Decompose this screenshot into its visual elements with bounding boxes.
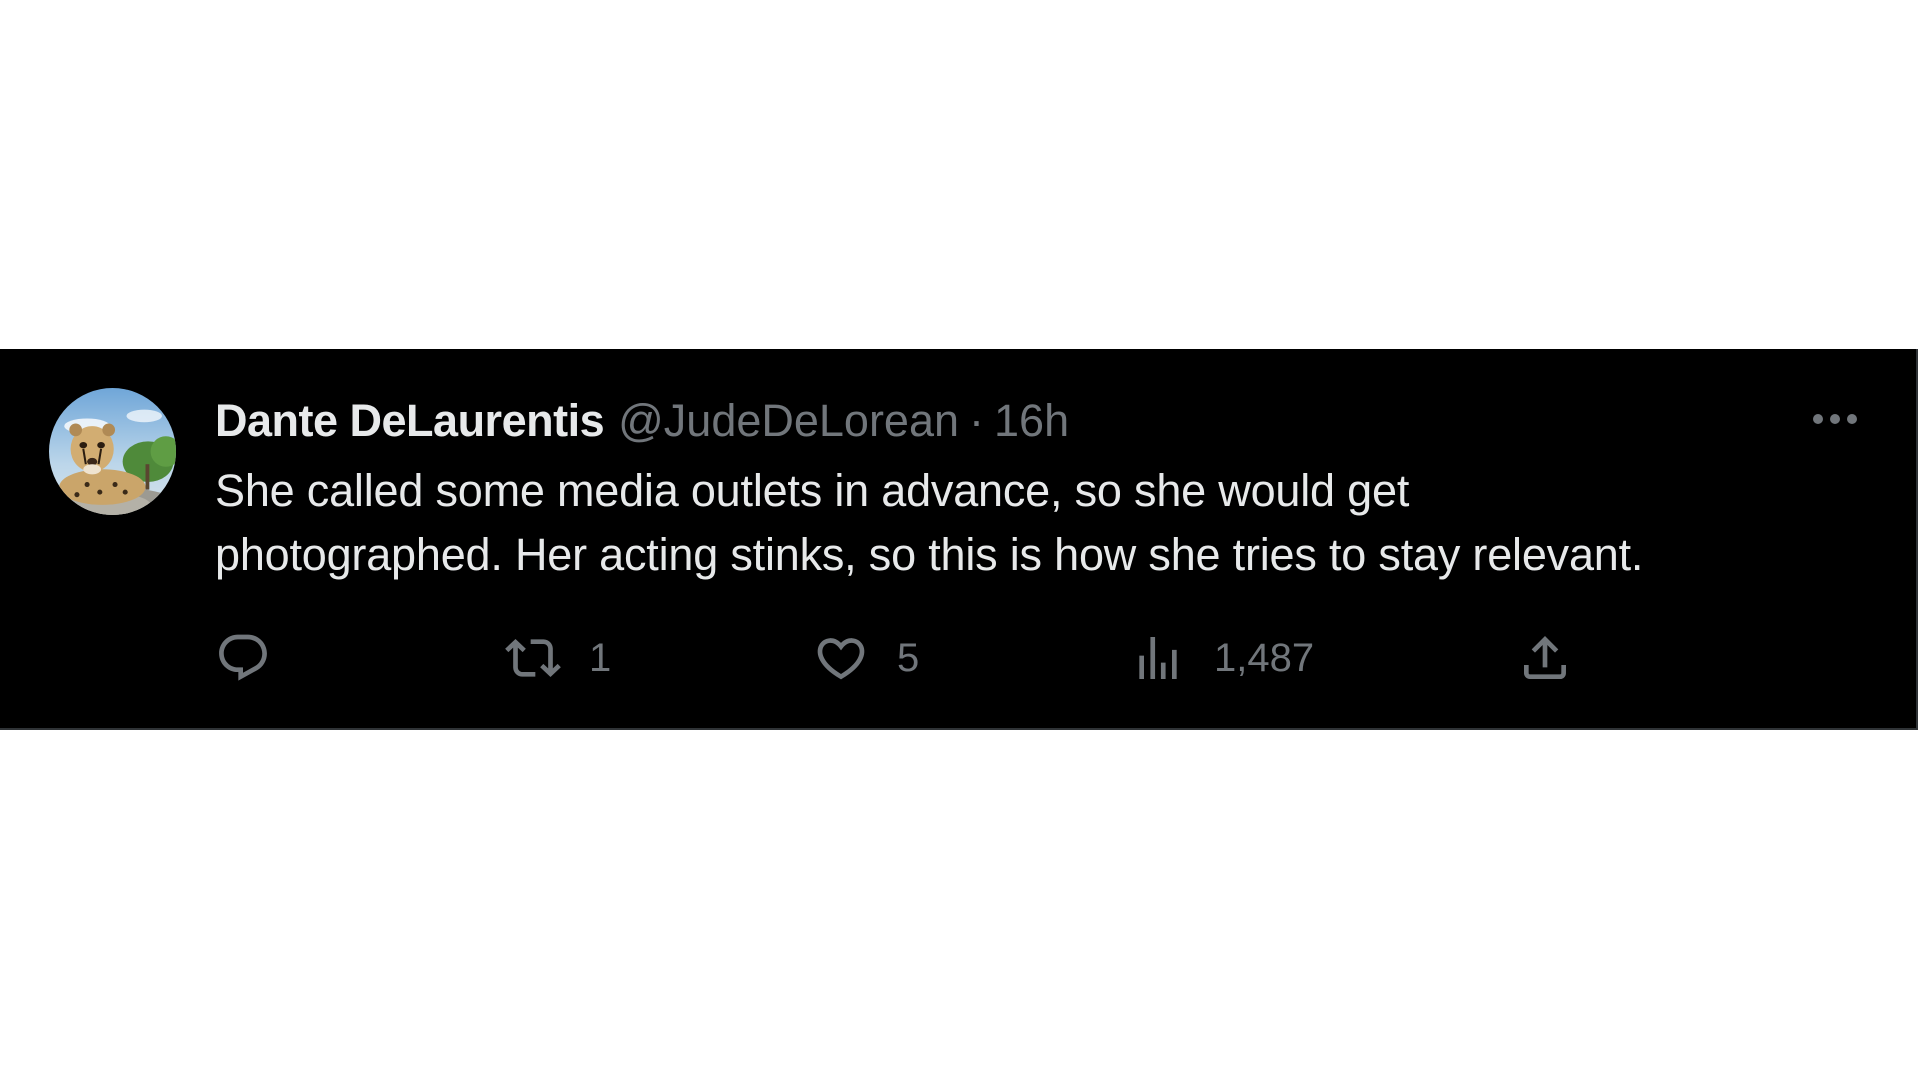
header-separator: · bbox=[969, 395, 985, 446]
tweet-actions: 1 5 1,487 bbox=[0, 625, 1916, 691]
reply-icon bbox=[219, 634, 267, 681]
views-count: 1,487 bbox=[1214, 635, 1315, 680]
retweet-button[interactable]: 1 bbox=[505, 625, 611, 691]
user-handle[interactable]: @JudeDeLorean bbox=[618, 391, 959, 451]
more-dots-icon bbox=[1813, 414, 1857, 424]
retweet-icon bbox=[505, 639, 561, 677]
views-chart-icon bbox=[1139, 637, 1177, 679]
like-count: 5 bbox=[897, 635, 920, 680]
cheetah-avatar-icon bbox=[49, 388, 176, 515]
retweet-count: 1 bbox=[589, 635, 612, 680]
like-button[interactable]: 5 bbox=[813, 625, 919, 691]
share-icon bbox=[1524, 636, 1566, 679]
more-options-button[interactable] bbox=[1800, 394, 1870, 444]
heart-icon bbox=[817, 638, 865, 680]
display-name[interactable]: Dante DeLaurentis bbox=[215, 391, 605, 451]
tweet-text: She called some media outlets in advance… bbox=[215, 465, 1644, 580]
views-button[interactable]: 1,487 bbox=[1130, 625, 1314, 691]
tweet-timestamp[interactable]: 16h bbox=[994, 391, 1069, 451]
tweet-header: Dante DeLaurentis @JudeDeLorean · 16h bbox=[215, 391, 1069, 451]
avatar[interactable] bbox=[49, 388, 176, 515]
reply-button[interactable] bbox=[215, 625, 271, 691]
share-button[interactable] bbox=[1517, 625, 1573, 691]
tweet-card[interactable]: Dante DeLaurentis @JudeDeLorean · 16h Sh… bbox=[0, 349, 1918, 730]
